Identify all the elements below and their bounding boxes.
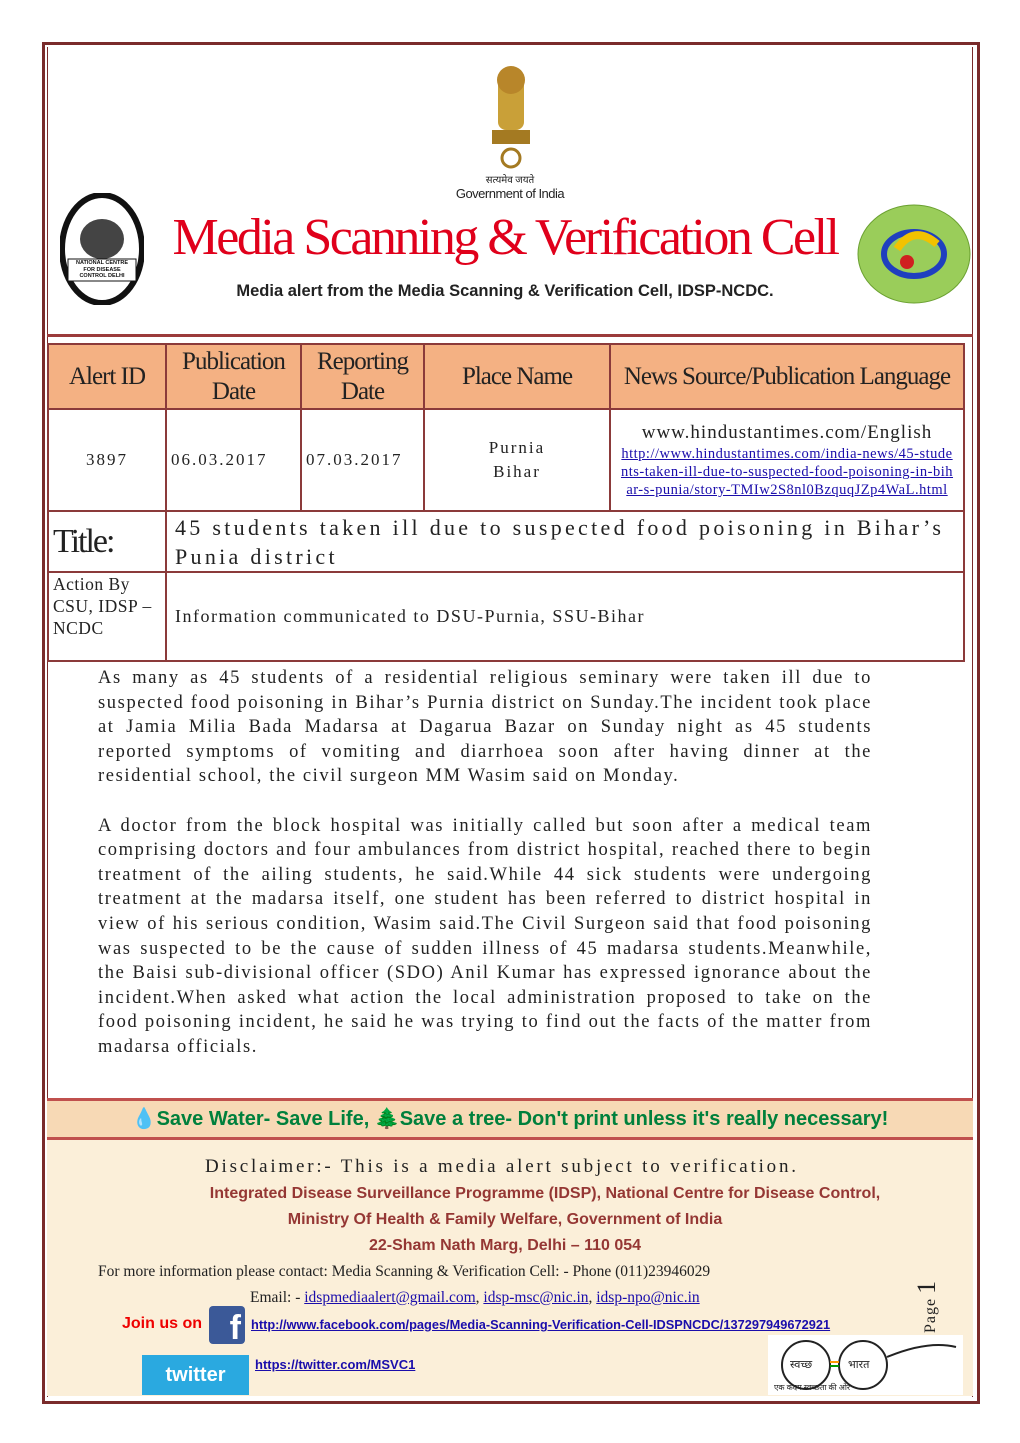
email-link[interactable]: idsp-msc@nic.in [483, 1289, 588, 1306]
save-tree-text: Save a tree- Don't print unless it's rea… [399, 1108, 889, 1130]
reporting-date: 07.03.2017 [300, 408, 425, 512]
header-news-source: News Source/Publication Language [609, 343, 965, 410]
action-label: Action By CSU, IDSP –NCDC [47, 571, 167, 662]
page-title: Media Scanning & Verification Cell [172, 209, 841, 266]
article-paragraph: As many as 45 students of a residential … [98, 668, 872, 787]
email-line: Email: - idspmediaalert@gmail.com, idsp-… [250, 1289, 700, 1306]
alert-table: Alert ID Publication Date Reporting Date… [47, 343, 965, 662]
header-publication-date: Publication Date [165, 343, 302, 410]
header-alert-id: Alert ID [47, 343, 167, 410]
page-label: Page [922, 1297, 939, 1333]
source-name: www.hindustantimes.com/English [641, 422, 933, 443]
emblem-icon [478, 60, 544, 170]
article-paragraph: A doctor from the block hospital was ini… [98, 815, 872, 1057]
header-divider [47, 334, 973, 337]
facebook-icon[interactable]: f [209, 1306, 245, 1347]
title-label: Title: [47, 510, 167, 573]
emblem-caption: Government of India [455, 186, 565, 201]
swachh-tagline: एक कदम स्वच्छता की ओर [774, 1383, 851, 1392]
email-link[interactable]: idsp-npo@nic.in [596, 1289, 699, 1306]
email-link[interactable]: idspmediaalert@gmail.com [304, 1289, 475, 1306]
tree-icon: 🌲 [374, 1108, 400, 1130]
action-text: Information communicated to DSU-Purnia, … [165, 571, 965, 662]
article-link[interactable]: http://www.hindustantimes.com/india-news… [621, 446, 953, 498]
alert-id: 3897 [47, 408, 167, 512]
state: Bihar [493, 462, 541, 481]
document-page: सत्यमेव जयते Government of India NATIONA… [0, 0, 1020, 1443]
header-place-name: Place Name [423, 343, 611, 410]
place: Purnia [488, 438, 546, 457]
water-drop-icon: 💧 [131, 1108, 157, 1130]
save-water-banner: 💧Save Water- Save Life, 🌲Save a tree- Do… [47, 1098, 973, 1140]
alert-title: 45 students taken ill due to suspected f… [165, 510, 965, 573]
bharat-text: भारत [848, 1359, 870, 1371]
place-name: Purnia Bihar [423, 408, 611, 512]
header-reporting-date: Reporting Date [300, 343, 425, 410]
facebook-link[interactable]: http://www.facebook.com/pages/Media-Scan… [251, 1317, 830, 1332]
page-number: Page 1 [912, 1281, 942, 1333]
page-num: 1 [912, 1280, 941, 1294]
twitter-logo[interactable]: twitter [142, 1355, 249, 1395]
disclaimer: Disclaimer:- This is a media alert subje… [205, 1156, 799, 1177]
swachh-text: स्वच्छ [790, 1359, 813, 1371]
article-body: As many as 45 students of a residential … [98, 666, 872, 1084]
twitter-link[interactable]: https://twitter.com/MSVC1 [255, 1357, 415, 1372]
address: 22-Sham Nath Marg, Delhi – 110 054 [368, 1237, 642, 1254]
save-water-text: Save Water- Save Life, [156, 1108, 370, 1130]
org-line-1: Integrated Disease Surveillance Programm… [209, 1185, 881, 1202]
publication-date: 06.03.2017 [165, 408, 302, 512]
email-label: Email: - [250, 1289, 301, 1306]
join-us-label: Join us on [122, 1315, 202, 1332]
org-line-2: Ministry Of Health & Family Welfare, Gov… [287, 1211, 723, 1228]
page-subtitle: Media alert from the Media Scanning & Ve… [236, 282, 774, 300]
swachh-bharat-logo: स्वच्छ भारत एक कदम स्वच्छता की ओर [768, 1335, 963, 1395]
contact-info: For more information please contact: Med… [98, 1263, 711, 1280]
emblem-caption-hindi: सत्यमेव जयते [485, 175, 535, 186]
ncdc-logo-text: NATIONAL CENTRE FOR DISEASE CONTROL DELH… [75, 260, 129, 279]
news-source: www.hindustantimes.com/English http://ww… [609, 408, 965, 512]
ncdc-logo: NATIONAL CENTRE FOR DISEASE CONTROL DELH… [60, 193, 144, 305]
globe-logo [857, 204, 971, 304]
